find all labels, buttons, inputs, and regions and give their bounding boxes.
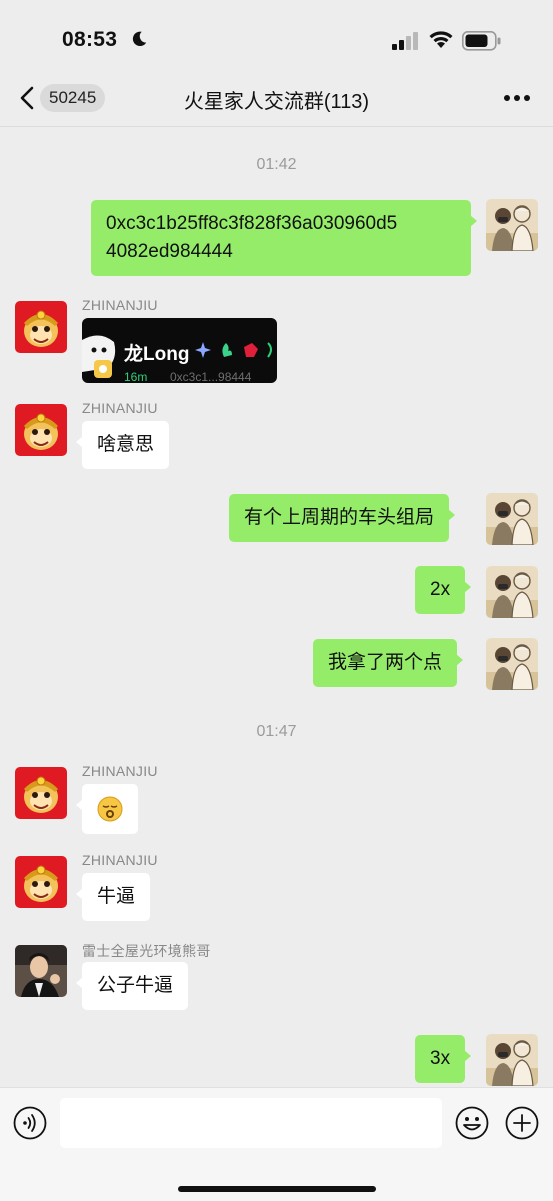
sender-nickname: ZHINANJIU [82,297,158,313]
moon-icon [132,31,147,47]
timestamp: 01:47 [256,723,297,740]
cellular-signal-icon [392,32,418,50]
message-text: 啥意思 [97,434,155,455]
token-name: 龙Long [124,344,190,365]
chat-title: 火星家人交流群(113) [183,91,370,113]
message-text: 3x [430,1048,451,1069]
sender-nickname: 雷士全屋光环境熊哥 [82,943,211,959]
my-avatar[interactable] [486,493,538,545]
badges-icon [195,342,272,358]
sender-nickname: ZHINANJIU [82,852,158,868]
sender-avatar[interactable] [15,767,67,819]
sender-avatar[interactable] [15,404,67,456]
sender-avatar[interactable] [15,945,67,997]
message-text: 2x [430,579,451,600]
message-input[interactable] [60,1098,442,1148]
message-text-line: 4082ed984444 [106,241,233,262]
message-text: 有个上周期的车头组局 [244,507,435,528]
message-input-bar [0,1087,553,1201]
token-address: 0xc3c1...98444 [170,370,252,383]
my-avatar[interactable] [486,199,538,251]
plus-icon[interactable] [505,1106,539,1140]
wifi-icon [429,31,453,48]
message-text: 我拿了两个点 [328,652,443,673]
message-bubble-outgoing[interactable]: 0xc3c1b25ff8c3f828f36a030960d5 4082ed984… [91,200,477,276]
my-avatar[interactable] [486,566,538,618]
my-avatar[interactable] [486,1034,538,1086]
message-text: 牛逼 [97,886,136,907]
message-bubble-outgoing[interactable]: 2x [415,566,472,614]
message-text: 公子牛逼 [97,975,174,996]
sleepy-emoji-icon [97,796,123,822]
message-bubble-outgoing[interactable]: 3x [415,1035,472,1083]
token-age: 16m [124,370,148,383]
message-bubble-incoming[interactable]: 啥意思 [75,421,170,469]
message-bubble-outgoing[interactable]: 有个上周期的车头组局 [229,494,456,542]
sender-nickname: ZHINANJIU [82,763,158,779]
sender-nickname: ZHINANJIU [82,400,158,416]
status-time: 08:53 [62,28,118,51]
more-dots-icon[interactable] [503,94,531,102]
home-indicator [178,1186,376,1192]
message-bubble-incoming[interactable]: 公子牛逼 [75,962,189,1010]
battery-icon [462,31,501,51]
sender-avatar[interactable] [15,856,67,908]
my-avatar[interactable] [486,638,538,690]
status-bar: 08:53 [0,0,553,80]
message-bubble-incoming[interactable] [76,784,138,834]
emoji-icon[interactable] [455,1106,489,1140]
sender-avatar[interactable] [15,301,67,353]
token-logo-icon [82,335,116,378]
voice-icon[interactable] [13,1106,47,1140]
message-text-line: 0xc3c1b25ff8c3f828f36a030960d5 [106,213,398,234]
shared-token-card[interactable]: 龙Long 16m 0xc3c1...98444 [82,318,277,383]
timestamp: 01:42 [256,156,297,173]
message-bubble-incoming[interactable]: 牛逼 [75,873,151,921]
chat-header: 50245 火星家人交流群(113) [0,70,553,127]
message-bubble-outgoing[interactable]: 我拿了两个点 [313,639,464,687]
